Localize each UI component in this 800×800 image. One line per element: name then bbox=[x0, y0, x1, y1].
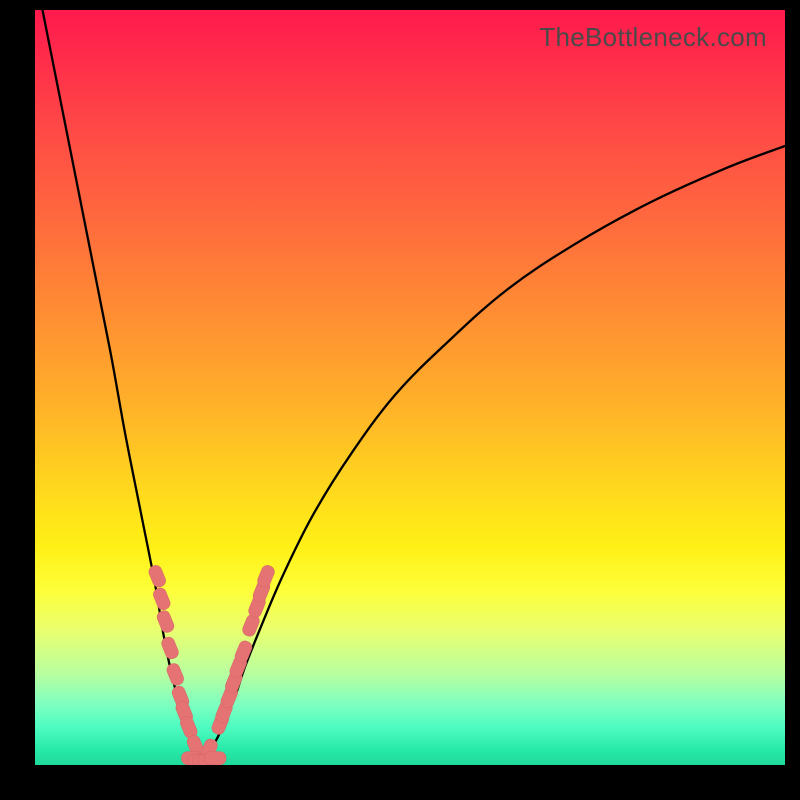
data-marker bbox=[152, 586, 172, 611]
curve-right bbox=[204, 146, 785, 760]
data-marker bbox=[165, 662, 185, 687]
data-marker bbox=[160, 635, 180, 660]
markers-bottom bbox=[182, 752, 227, 765]
data-marker bbox=[155, 609, 175, 634]
chart-svg bbox=[35, 10, 785, 765]
outer-frame: TheBottleneck.com bbox=[0, 0, 800, 800]
plot-area: TheBottleneck.com bbox=[35, 10, 785, 765]
curve-left bbox=[43, 10, 204, 760]
data-marker bbox=[147, 564, 167, 589]
markers-left bbox=[147, 564, 206, 759]
data-marker bbox=[204, 752, 226, 765]
markers-right bbox=[199, 564, 276, 763]
